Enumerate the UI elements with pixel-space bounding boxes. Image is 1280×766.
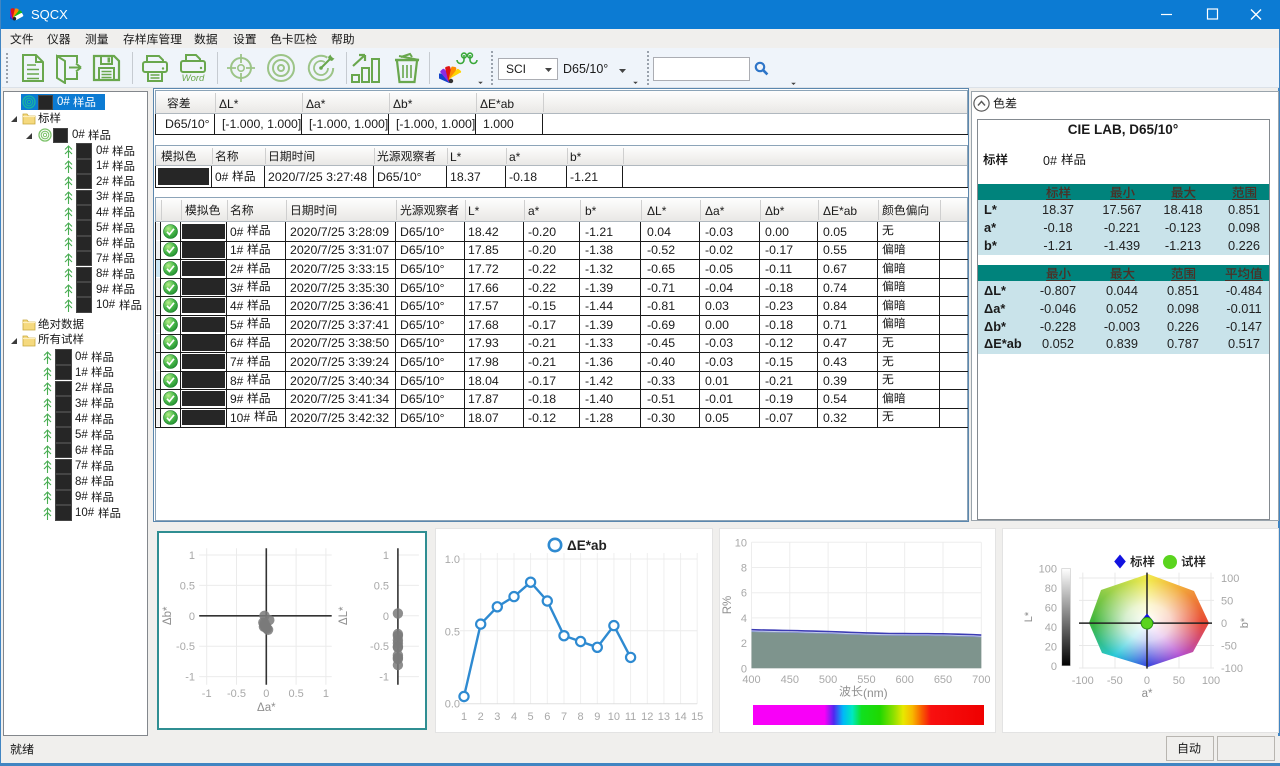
svg-text:L*: L* [1023, 611, 1035, 622]
svg-text:12: 12 [641, 711, 653, 723]
svg-text:20: 20 [1045, 641, 1057, 653]
svg-text:-50: -50 [1221, 640, 1237, 652]
svg-text:-1: -1 [185, 672, 195, 684]
svg-text:650: 650 [934, 674, 952, 686]
svg-text:0.0: 0.0 [445, 699, 460, 711]
svg-text:50: 50 [1221, 596, 1233, 608]
svg-text:-100: -100 [1072, 675, 1094, 687]
svg-text:700: 700 [972, 674, 990, 686]
svg-text:8: 8 [578, 711, 584, 723]
svg-text:100: 100 [1039, 564, 1057, 576]
svg-text:-0.5: -0.5 [176, 641, 195, 653]
svg-text:400: 400 [742, 674, 760, 686]
svg-text:-100: -100 [1221, 663, 1243, 675]
svg-text:3: 3 [494, 711, 500, 723]
svg-text:-1: -1 [202, 688, 212, 700]
svg-text:4: 4 [741, 613, 747, 625]
svg-text:b*: b* [1239, 617, 1251, 628]
svg-text:60: 60 [1045, 602, 1057, 614]
svg-text:9: 9 [594, 711, 600, 723]
svg-text:2: 2 [478, 711, 484, 723]
svg-text:5: 5 [528, 711, 534, 723]
svg-text:1: 1 [323, 688, 329, 700]
svg-text:ΔL*: ΔL* [338, 606, 350, 625]
svg-text:Word: Word [182, 73, 205, 84]
svg-text:450: 450 [781, 674, 799, 686]
svg-text:0: 0 [1051, 661, 1057, 673]
svg-text:0.5: 0.5 [288, 688, 303, 700]
svg-text:13: 13 [658, 711, 670, 723]
svg-text:4: 4 [511, 711, 517, 723]
svg-text:40: 40 [1045, 622, 1057, 634]
svg-text:500: 500 [819, 674, 837, 686]
svg-text:Δa*: Δa* [257, 702, 276, 714]
svg-text:0: 0 [189, 611, 195, 623]
svg-text:0: 0 [263, 688, 269, 700]
svg-text:0: 0 [1144, 675, 1150, 687]
svg-text:2: 2 [741, 638, 747, 650]
svg-text:10: 10 [735, 537, 747, 549]
svg-text:15: 15 [691, 711, 703, 723]
svg-text:11: 11 [625, 711, 636, 723]
svg-text:a*: a* [1142, 688, 1153, 700]
svg-text:1: 1 [461, 711, 467, 723]
svg-text:0: 0 [383, 611, 389, 623]
svg-text:Δb*: Δb* [162, 606, 174, 625]
svg-text:7: 7 [561, 711, 567, 723]
svg-text:1.0: 1.0 [445, 554, 460, 566]
svg-text:-0.5: -0.5 [227, 688, 246, 700]
svg-text:6: 6 [741, 588, 747, 600]
svg-text:0.5: 0.5 [180, 580, 195, 592]
svg-text:80: 80 [1045, 583, 1057, 595]
svg-text:100: 100 [1221, 573, 1239, 585]
svg-text:ΔE*ab: ΔE*ab [567, 538, 607, 553]
svg-text:8: 8 [741, 563, 747, 575]
svg-text:100: 100 [1202, 675, 1220, 687]
svg-text:10: 10 [608, 711, 620, 723]
svg-text:1: 1 [383, 550, 389, 562]
svg-text:0.5: 0.5 [445, 626, 460, 638]
svg-text:-1: -1 [379, 672, 389, 684]
svg-text:50: 50 [1173, 675, 1185, 687]
svg-text:1: 1 [189, 550, 195, 562]
svg-text:6: 6 [544, 711, 550, 723]
svg-text:-0.5: -0.5 [370, 641, 389, 653]
svg-text:-50: -50 [1107, 675, 1123, 687]
svg-text:0.5: 0.5 [374, 580, 389, 592]
svg-text:600: 600 [896, 674, 914, 686]
svg-text:14: 14 [674, 711, 686, 723]
svg-text:0: 0 [1221, 618, 1227, 630]
svg-text:R%: R% [722, 596, 734, 615]
